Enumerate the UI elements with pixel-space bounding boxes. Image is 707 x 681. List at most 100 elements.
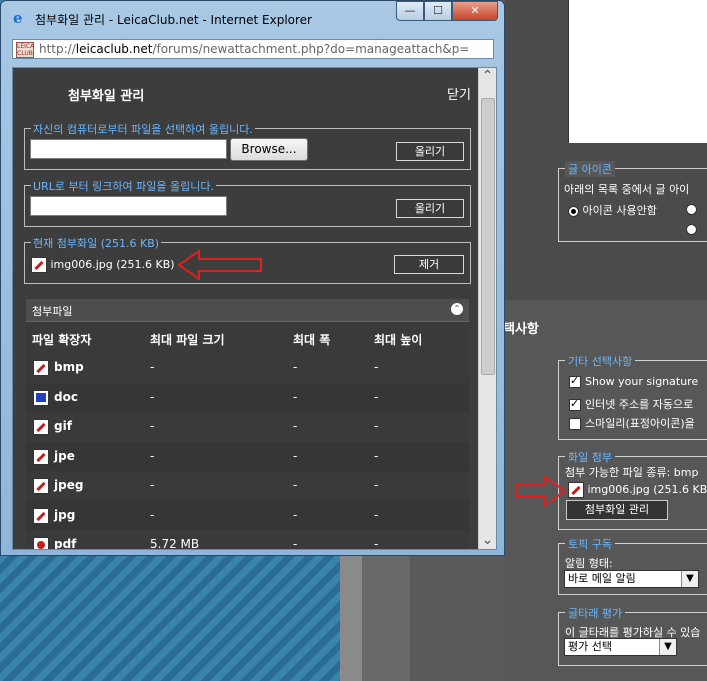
extension-cell: jpe — [54, 448, 75, 463]
max-height-cell: - — [374, 478, 379, 492]
max-height-cell: - — [374, 537, 379, 550]
upload-local-button[interactable]: 올리기 — [396, 142, 464, 161]
section-title: 택사항 — [503, 322, 539, 337]
allowed-types: 첨부 가능한 파일 종류: bmp — [565, 466, 699, 479]
rating-legend: 글타래 평가 — [565, 605, 626, 621]
col-header-max-size: 최대 파일 크기 — [150, 333, 225, 347]
misc-options-legend: 기타 선택사항 — [565, 353, 636, 369]
rating-selected: 평가 선택 — [568, 640, 612, 653]
jpeg-file-icon — [33, 478, 49, 494]
internet-explorer-icon: e — [13, 9, 23, 27]
url-path: /forums/newattachment.php?do=manageattac… — [152, 42, 470, 56]
subscribe-legend: 토픽 구독 — [565, 536, 615, 552]
col-header-extension: 파일 확장자 — [32, 333, 92, 347]
close-button[interactable]: ✕ — [452, 1, 498, 21]
table-title: 첨부파일 — [32, 305, 73, 318]
close-link[interactable]: 닫기 — [447, 84, 471, 103]
max-size-cell: - — [150, 478, 155, 492]
attached-file-label: img006.jpg (251.6 KB) — [587, 483, 707, 496]
max-size-cell: - — [150, 507, 155, 522]
minimize-button[interactable]: — — [396, 1, 424, 21]
url-prefix: http:// — [39, 42, 76, 56]
extension-cell: doc — [54, 389, 78, 404]
window-title: 첨부화일 관리 - LeicaClub.net - Internet Explo… — [35, 13, 312, 27]
subscribe-select[interactable]: 바로 메일 알림 ▼ — [564, 570, 699, 588]
image-file-icon — [31, 257, 47, 273]
chevron-down-icon: ▼ — [659, 639, 676, 655]
max-height-cell: - — [374, 389, 379, 404]
upload-url-button[interactable]: 올리기 — [396, 199, 464, 218]
max-width-cell: - — [293, 478, 298, 492]
max-height-cell: - — [374, 448, 379, 463]
url-input[interactable] — [30, 196, 227, 216]
post-icon-desc: 아래의 목록 중에서 글 아이 — [564, 183, 690, 196]
editor-area[interactable] — [568, 0, 707, 143]
manage-attachments-button[interactable]: 첨부화일 관리 — [566, 500, 668, 520]
window-titlebar[interactable]: e 첨부화일 관리 - LeicaClub.net - Internet Exp… — [7, 1, 498, 29]
browse-button[interactable]: Browse... — [230, 138, 308, 161]
max-height-cell: - — [374, 360, 379, 374]
option-signature-label: Show your signature — [585, 375, 699, 388]
table-row: jpg - - - — [26, 500, 469, 530]
max-width-cell: - — [293, 389, 298, 404]
icon-radio-2[interactable] — [686, 202, 697, 215]
attach-legend: 화일 첨부 — [565, 449, 615, 465]
address-url: http://leicaclub.net/forums/newattachmen… — [39, 42, 469, 56]
radio-icon[interactable] — [568, 205, 579, 217]
radio-icon[interactable] — [686, 223, 697, 235]
collapse-icon[interactable]: ⌃ — [451, 303, 463, 315]
scroll-down-icon[interactable]: ⌄ — [479, 532, 496, 549]
max-size-cell: 5.72 MB — [150, 537, 200, 550]
current-attachment-legend: 현재 첨부화일 (251.6 KB) — [31, 235, 162, 251]
scroll-thumb[interactable] — [481, 98, 495, 375]
attached-file[interactable]: img006.jpg (251.6 KB) — [568, 482, 707, 498]
pdf-file-icon — [33, 537, 49, 549]
extensions-table: 첨부파일 ⌃ 파일 확장자 최대 파일 크기 최대 폭 최대 높이 bmp - - -… — [26, 299, 469, 550]
table-row: jpeg - - - — [26, 471, 469, 500]
table-row: pdf 5.72 MB - - — [26, 530, 469, 550]
radio-icon[interactable] — [686, 203, 697, 215]
max-width-cell: - — [293, 507, 298, 522]
chevron-down-icon: ▼ — [681, 571, 698, 587]
red-arrow-annotation — [177, 249, 262, 281]
red-arrow-annotation — [516, 475, 567, 507]
page-title: 첨부화일 관리 — [68, 89, 145, 104]
max-size-cell: - — [150, 389, 155, 404]
file-path-input[interactable] — [30, 139, 227, 159]
ie-popup-window: e 첨부화일 관리 - LeicaClub.net - Internet Exp… — [0, 0, 505, 556]
table-row: gif - - - — [26, 412, 469, 441]
current-attachment-file[interactable]: img006.jpg (251.6 KB) — [31, 257, 175, 273]
table-row: bmp - - - — [26, 353, 469, 382]
checkbox-icon[interactable] — [569, 397, 581, 411]
max-size-cell: - — [150, 419, 155, 433]
upload-local-legend: 자신의 컴퓨터로부터 파일을 선택하여 올립니다. — [31, 121, 255, 137]
option-autolink[interactable]: 인터넷 주소를 자동으로 — [569, 396, 693, 412]
maximize-button[interactable]: ☐ — [424, 1, 452, 21]
extension-cell: pdf — [54, 537, 77, 550]
icon-radio-3[interactable] — [686, 222, 697, 235]
option-smilies[interactable]: 스마일리(표정아이콘)을 — [569, 415, 695, 431]
vertical-scrollbar[interactable]: ⌃ ⌄ — [478, 68, 496, 549]
address-bar[interactable]: LEICA CLUB http://leicaclub.net/forums/n… — [12, 39, 494, 59]
scroll-up-icon[interactable]: ⌃ — [479, 68, 496, 85]
option-signature[interactable]: Show your signature — [569, 374, 699, 388]
checkbox-icon[interactable] — [569, 374, 581, 388]
max-height-cell: - — [374, 419, 379, 433]
no-icon-option[interactable]: 아이콘 사용안함 — [568, 202, 657, 218]
extension-cell: bmp — [54, 360, 84, 374]
rating-select[interactable]: 평가 선택 ▼ — [564, 638, 677, 656]
option-autolink-label: 인터넷 주소를 자동으로 — [585, 398, 694, 411]
remove-attachment-button[interactable]: 제거 — [394, 255, 464, 274]
image-file-icon — [568, 482, 584, 498]
table-row: doc - - - — [26, 382, 469, 412]
max-width-cell: - — [293, 360, 298, 374]
upload-url-legend: URL로 부터 링크하여 파일을 올립니다. — [31, 178, 216, 194]
col-header-max-width: 최대 폭 — [293, 333, 331, 347]
subscribe-label: 알림 형태: — [565, 557, 613, 570]
popup-content: 첨부화일 관리 닫기 자신의 컴퓨터로부터 파일을 선택하여 올립니다. Bro… — [12, 67, 497, 550]
max-width-cell: - — [293, 419, 298, 433]
doc-file-icon — [33, 389, 49, 406]
jpe-file-icon — [33, 448, 49, 465]
max-width-cell: - — [293, 537, 298, 550]
checkbox-icon[interactable] — [569, 418, 581, 430]
